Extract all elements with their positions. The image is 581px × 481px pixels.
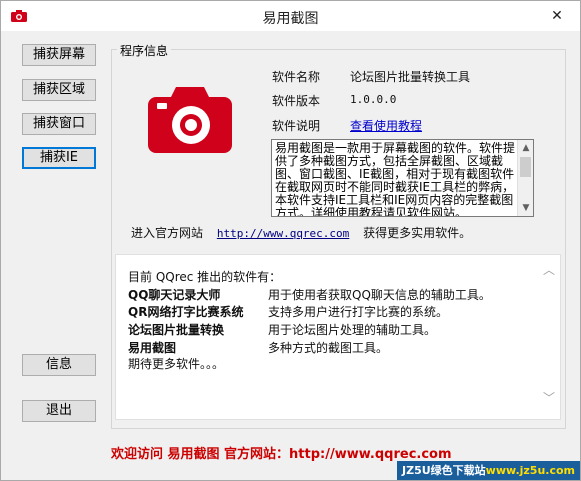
- name-value: 论坛图片批量转换工具: [350, 70, 471, 84]
- capture-region-button[interactable]: 捕获区域: [22, 79, 96, 101]
- list-item: 论坛图片批量转换 用于论坛图片处理的辅助工具。: [128, 321, 436, 338]
- camera-icon: [148, 87, 232, 153]
- product-desc: 用于使用者获取QQ聊天信息的辅助工具。: [268, 288, 491, 302]
- capture-window-button[interactable]: 捕获窗口: [22, 113, 96, 135]
- list-item: 易用截图 多种方式的截图工具。: [128, 339, 388, 356]
- footer-link[interactable]: 欢迎访问 易用截图 官方网站：http://www.qqrec.com: [111, 443, 452, 462]
- description-text: 易用截图是一款用于屏幕截图的软件。软件提供了多种截图方式，包括全屏截图、区域截图…: [275, 141, 516, 217]
- website-suffix: 获得更多实用软件。: [363, 226, 472, 240]
- list-item: QR网络打字比赛系统 支持多用户进行打字比赛的系统。: [128, 303, 448, 320]
- name-label: 软件名称: [272, 70, 321, 84]
- products-intro: 目前 QQrec 推出的软件有：: [128, 270, 282, 284]
- group-label: 程序信息: [117, 42, 172, 59]
- manual-label: 软件说明: [272, 119, 321, 133]
- scroll-up-icon[interactable]: ▲: [518, 140, 533, 156]
- watermark-brand: JZ5U绿色下载站: [402, 464, 486, 477]
- scroll-thumb[interactable]: [520, 157, 531, 177]
- description-textbox[interactable]: 易用截图是一款用于屏幕截图的软件。软件提供了多种截图方式，包括全屏截图、区域截图…: [271, 139, 534, 217]
- version-label: 软件版本: [272, 94, 321, 108]
- close-button[interactable]: ✕: [534, 1, 580, 31]
- manual-link[interactable]: 查看使用教程: [350, 117, 422, 134]
- product-name: 易用截图: [128, 341, 177, 355]
- chevron-up-icon[interactable]: ︿: [542, 263, 556, 277]
- product-name: 论坛图片批量转换: [128, 323, 225, 337]
- list-item: QQ聊天记录大师 用于使用者获取QQ聊天信息的辅助工具。: [128, 286, 491, 303]
- product-name: QQ聊天记录大师: [128, 288, 221, 302]
- products-list[interactable]: 目前 QQrec 推出的软件有： QQ聊天记录大师 用于使用者获取QQ聊天信息的辅…: [115, 254, 561, 420]
- title-bar[interactable]: 易用截图 ✕: [1, 1, 580, 31]
- chevron-down-icon[interactable]: ﹀: [542, 391, 556, 405]
- products-more: 期待更多软件。。。: [128, 357, 225, 371]
- website-prefix: 进入官方网站: [131, 226, 204, 240]
- product-desc: 用于论坛图片处理的辅助工具。: [268, 323, 437, 337]
- window-title: 易用截图: [262, 11, 319, 27]
- product-name: QR网络打字比赛系统: [128, 305, 244, 319]
- scroll-down-icon[interactable]: ▼: [518, 200, 533, 216]
- version-value: 1.0.0.0: [350, 93, 397, 106]
- watermark-site: www.jz5u.com: [485, 464, 575, 477]
- product-desc: 支持多用户进行打字比赛的系统。: [268, 305, 449, 319]
- description-scrollbar[interactable]: ▲ ▼: [517, 140, 533, 216]
- website-row: 进入官方网站 http://www.qqrec.com 获得更多实用软件。: [131, 224, 471, 241]
- main-window: 易用截图 ✕ 捕获屏幕 捕获区域 捕获窗口 捕获IE 信息 退出 程序信息 软件…: [0, 0, 581, 481]
- product-desc: 多种方式的截图工具。: [268, 341, 389, 355]
- capture-ie-button[interactable]: 捕获IE: [22, 147, 96, 169]
- info-button[interactable]: 信息: [22, 354, 96, 376]
- close-icon: ✕: [551, 8, 563, 24]
- website-link[interactable]: http://www.qqrec.com: [217, 227, 349, 240]
- capture-screen-button[interactable]: 捕获屏幕: [22, 44, 96, 66]
- watermark: JZ5U绿色下载站www.jz5u.com: [397, 461, 580, 480]
- exit-button[interactable]: 退出: [22, 400, 96, 422]
